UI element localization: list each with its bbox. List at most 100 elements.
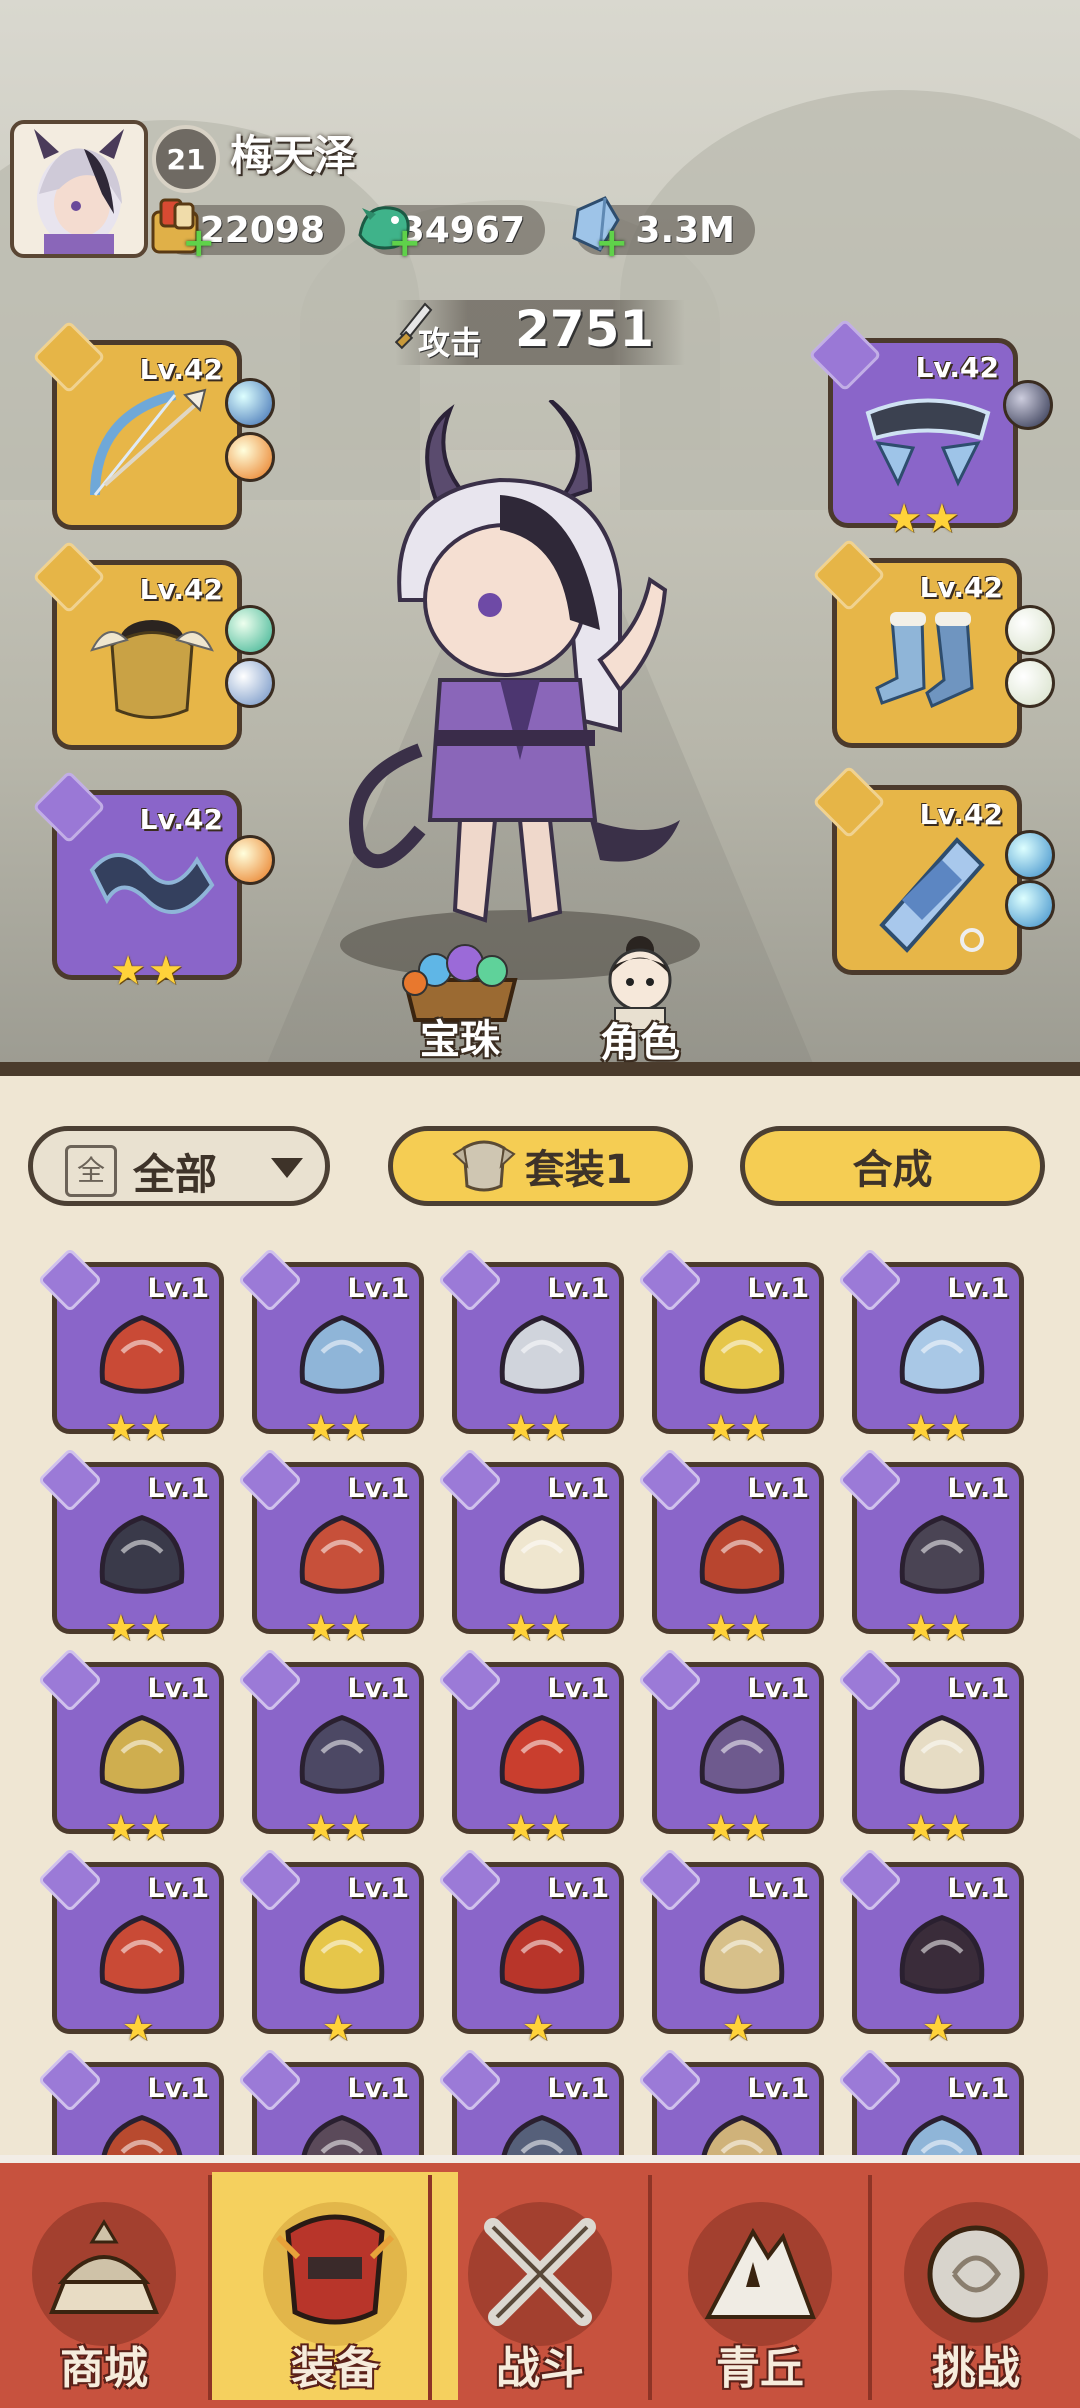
inventory-item[interactable]: Lv.1 ★ ★ bbox=[637, 1247, 824, 1447]
item-stars: ★ bbox=[522, 2011, 554, 2047]
challenge-disc-icon bbox=[904, 2202, 1048, 2346]
equip-slot-pendant[interactable]: Lv.42 bbox=[812, 765, 1022, 975]
inventory-item[interactable]: Lv.1 ★ ★ bbox=[237, 1447, 424, 1647]
inventory-item[interactable]: Lv.1 ★ ★ bbox=[437, 1447, 624, 1647]
equip-slot-boots[interactable]: Lv.42 bbox=[812, 538, 1022, 748]
red-flower-whip-icon bbox=[99, 1914, 185, 1994]
inventory-item[interactable]: Lv.1 ★ ★ bbox=[437, 1247, 624, 1447]
star-icon: ★ bbox=[504, 1408, 537, 1449]
item-stars: ★ ★ bbox=[705, 1811, 772, 1847]
item-level: Lv.1 bbox=[147, 1473, 209, 1504]
item-stars: ★ ★ bbox=[905, 1411, 972, 1447]
inventory-item[interactable]: Lv.1 ★ ★ bbox=[237, 1247, 424, 1447]
star-icon: ★ bbox=[139, 1408, 172, 1449]
star-icon: ★ bbox=[504, 1608, 537, 1649]
item-level: Lv.1 bbox=[547, 1473, 609, 1504]
star-icon: ★ bbox=[904, 1408, 937, 1449]
nav-divider bbox=[428, 2175, 432, 2400]
item-level: Lv.1 bbox=[547, 2073, 609, 2104]
star-icon: ★ bbox=[339, 1808, 372, 1849]
nav-tab[interactable]: 战斗 bbox=[432, 2172, 648, 2400]
equip-slot-belt[interactable]: Lv.42 ★ ★ bbox=[808, 318, 1018, 539]
inventory-item[interactable]: Lv.1 ★ ★ bbox=[837, 1647, 1024, 1847]
player-avatar[interactable] bbox=[10, 120, 148, 258]
equipment-set-button[interactable]: 套装1 bbox=[388, 1126, 693, 1206]
blue-gem-icon bbox=[225, 658, 275, 708]
add-scrolls-icon[interactable]: + bbox=[182, 223, 216, 263]
item-level: Lv.1 bbox=[947, 2073, 1009, 2104]
crossed-swords-icon bbox=[468, 2202, 612, 2346]
nav-tab[interactable]: 商城 bbox=[0, 2172, 208, 2400]
inventory-item[interactable]: Lv.1 ★ ★ bbox=[637, 1647, 824, 1847]
star-icon: ★ bbox=[704, 1608, 737, 1649]
item-stars: ★ ★ bbox=[705, 1411, 772, 1447]
role-button[interactable]: 角色 bbox=[565, 930, 715, 1066]
armor-set-icon bbox=[451, 1140, 516, 1192]
inventory-item[interactable]: Lv.1 ★ ★ bbox=[237, 1647, 424, 1847]
add-crystal-icon[interactable]: + bbox=[595, 223, 629, 263]
swirl-gem-icon bbox=[1005, 880, 1055, 930]
player-level-badge: 21 bbox=[152, 125, 220, 193]
item-stars: ★ ★ bbox=[105, 1611, 172, 1647]
add-jade-icon[interactable]: + bbox=[388, 223, 422, 263]
item-stars: ★ ★ bbox=[905, 1611, 972, 1647]
star-icon: ★ bbox=[339, 1608, 372, 1649]
nav-divider bbox=[648, 2175, 652, 2400]
craft-button[interactable]: 合成 bbox=[740, 1126, 1045, 1206]
inventory-item[interactable]: Lv.1 ★ bbox=[837, 1847, 1024, 2047]
filter-dropdown[interactable]: 全 全部 bbox=[28, 1126, 330, 1206]
inventory-item[interactable]: Lv.1 ★ ★ bbox=[37, 1447, 224, 1647]
star-icon: ★ bbox=[304, 1408, 337, 1449]
star-icon: ★ bbox=[521, 2008, 555, 2049]
equip-stars: ★ ★ bbox=[886, 499, 960, 539]
star-icon: ★ bbox=[924, 496, 960, 542]
golden-staff-icon bbox=[299, 1914, 385, 1994]
item-level: Lv.1 bbox=[747, 1873, 809, 1904]
red-orb-icon bbox=[499, 1714, 585, 1794]
item-stars: ★ ★ bbox=[105, 1811, 172, 1847]
item-level: Lv.1 bbox=[947, 1473, 1009, 1504]
teal-gem-icon bbox=[225, 605, 275, 655]
star-icon: ★ bbox=[148, 948, 184, 994]
inventory-item[interactable]: Lv.1 ★ bbox=[237, 1847, 424, 2047]
star-icon: ★ bbox=[939, 1608, 972, 1649]
star-icon: ★ bbox=[904, 1608, 937, 1649]
inventory-item[interactable]: Lv.1 ★ ★ bbox=[37, 1247, 224, 1447]
nav-tab[interactable]: 挑战 bbox=[872, 2172, 1080, 2400]
swirl-gem-icon bbox=[1005, 830, 1055, 880]
inventory-item[interactable]: Lv.1 ★ bbox=[637, 1847, 824, 2047]
star-icon: ★ bbox=[104, 1608, 137, 1649]
red-flower-whip-icon bbox=[99, 1314, 185, 1394]
inventory-item[interactable]: Lv.1 ★ ★ bbox=[837, 1247, 1024, 1447]
gems-button[interactable]: 宝珠 bbox=[380, 935, 540, 1065]
item-stars: ★ ★ bbox=[305, 1611, 372, 1647]
inventory-item[interactable]: Lv.1 ★ bbox=[437, 1847, 624, 2047]
mountain-icon bbox=[688, 2202, 832, 2346]
nav-tab[interactable]: 青丘 bbox=[652, 2172, 868, 2400]
item-level: Lv.1 bbox=[347, 1273, 409, 1304]
inventory-item[interactable]: Lv.1 ★ ★ bbox=[437, 1647, 624, 1847]
attack-label: 攻击 bbox=[418, 324, 483, 362]
equip-slot-weapon[interactable]: Lv.42 bbox=[32, 320, 242, 530]
inventory-item[interactable]: Lv.1 ★ ★ bbox=[837, 1447, 1024, 1647]
item-stars: ★ bbox=[722, 2011, 754, 2047]
inventory-item[interactable]: Lv.1 ★ bbox=[37, 1847, 224, 2047]
item-level: Lv.1 bbox=[147, 2073, 209, 2104]
equip-slot-armor[interactable]: Lv.42 bbox=[32, 540, 242, 750]
equip-slot-accessory[interactable]: Lv.42 ★ ★ bbox=[32, 770, 242, 991]
chevron-down-icon bbox=[271, 1158, 303, 1178]
nav-tab[interactable]: 装备 bbox=[212, 2172, 458, 2400]
star-icon: ★ bbox=[321, 2008, 355, 2049]
red-horn-icon bbox=[299, 1514, 385, 1594]
item-level: Lv.1 bbox=[747, 1673, 809, 1704]
nav-divider bbox=[208, 2175, 212, 2400]
star-icon: ★ bbox=[939, 1408, 972, 1449]
orange-gem-icon bbox=[225, 432, 275, 482]
inventory-item[interactable]: Lv.1 ★ ★ bbox=[37, 1647, 224, 1847]
item-stars: ★ ★ bbox=[305, 1811, 372, 1847]
inventory-item[interactable]: Lv.1 ★ ★ bbox=[637, 1447, 824, 1647]
item-level: Lv.1 bbox=[547, 1873, 609, 1904]
blue-gem-icon bbox=[225, 378, 275, 428]
star-icon: ★ bbox=[121, 2008, 155, 2049]
item-level: Lv.1 bbox=[947, 1873, 1009, 1904]
